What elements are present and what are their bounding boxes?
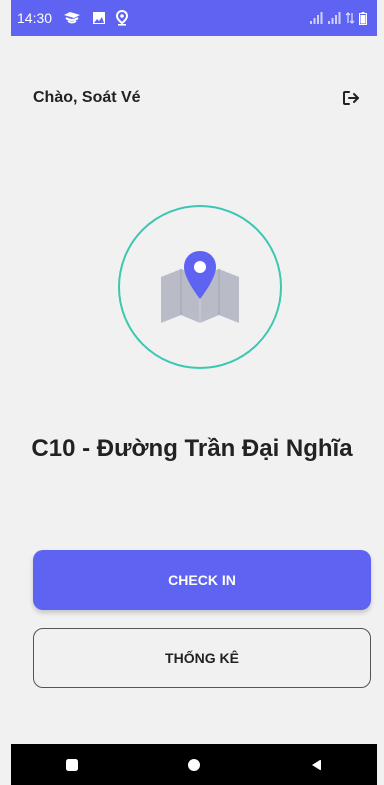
app-screen: 14:30 Chào, Soát Vé C10 - Đường Trần Đại… <box>0 0 384 785</box>
greeting-text: Chào, Soát Vé <box>33 89 141 106</box>
status-time: 14:30 <box>17 10 53 26</box>
status-bar: 14:30 <box>11 0 377 36</box>
location-icon <box>116 10 129 26</box>
map-pin-icon <box>161 251 239 323</box>
back-button[interactable] <box>301 750 331 780</box>
recent-apps-button[interactable] <box>57 750 87 780</box>
stats-button[interactable]: THỐNG KÊ <box>33 628 371 688</box>
back-triangle-icon <box>312 759 321 770</box>
header: Chào, Soát Vé <box>33 84 364 112</box>
battery-icon <box>359 11 367 25</box>
station-name: C10 - Đường Trần Đại Nghĩa <box>31 435 353 462</box>
square-icon <box>66 758 78 771</box>
data-icon <box>345 12 355 24</box>
circle-icon <box>188 758 200 771</box>
check-in-button[interactable]: CHECK IN <box>33 550 371 610</box>
system-nav-bar <box>11 744 377 785</box>
location-illustration <box>118 205 282 369</box>
status-left-icons <box>62 10 129 26</box>
image-icon <box>92 11 106 25</box>
status-right-icons <box>309 11 367 25</box>
signal-icon <box>327 12 341 24</box>
logout-icon <box>343 91 359 105</box>
signal-icon <box>309 12 323 24</box>
home-button[interactable] <box>179 750 209 780</box>
logout-button[interactable] <box>338 85 364 111</box>
cloud-sync-icon <box>62 11 82 25</box>
